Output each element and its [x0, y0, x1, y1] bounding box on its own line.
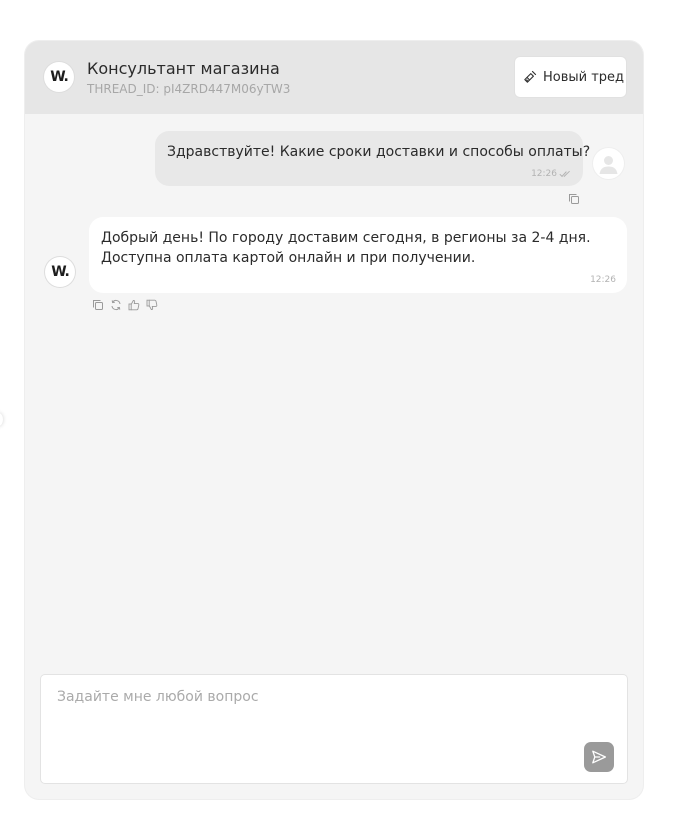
assistant-message-actions: [92, 299, 164, 311]
user-message-text: Здравствуйте! Какие сроки доставки и спо…: [167, 144, 591, 160]
double-check-icon: [559, 170, 571, 178]
user-avatar: [593, 148, 624, 179]
assistant-message: Добрый день! По городу доставим сегодня,…: [89, 217, 627, 293]
assistant-message-text: Добрый день! По городу доставим сегодня,…: [101, 230, 591, 266]
user-silhouette-icon: [599, 156, 618, 174]
message-composer: [41, 675, 627, 783]
regenerate-icon[interactable]: [110, 299, 122, 311]
brand-logo: W.: [44, 62, 74, 92]
chat-title: Консультант магазина: [87, 59, 280, 78]
copy-icon[interactable]: [92, 299, 104, 311]
user-message: Здравствуйте! Какие сроки доставки и спо…: [155, 131, 591, 186]
new-thread-button[interactable]: Новый тред: [515, 57, 626, 97]
chat-window: W. Консультант магазина THREAD_ID: pI4ZR…: [25, 41, 643, 799]
send-button[interactable]: [584, 742, 614, 772]
thumbs-up-icon[interactable]: [128, 299, 140, 311]
assistant-message-time: 12:26: [590, 275, 616, 285]
chat-header: W. Консультант магазина THREAD_ID: pI4ZR…: [25, 41, 643, 114]
copy-icon[interactable]: [568, 190, 580, 204]
assistant-avatar: W.: [45, 257, 75, 287]
thumbs-down-icon[interactable]: [146, 299, 158, 311]
new-thread-label: Новый тред: [543, 69, 625, 85]
send-icon: [592, 750, 607, 764]
edge-handle[interactable]: [0, 413, 3, 426]
user-message-meta: 12:26: [531, 169, 571, 179]
user-message-time: 12:26: [531, 169, 557, 179]
thread-id-label: THREAD_ID: pI4ZRD447M06yTW3: [87, 82, 291, 96]
message-input[interactable]: [41, 675, 627, 783]
broom-icon: [523, 70, 537, 84]
